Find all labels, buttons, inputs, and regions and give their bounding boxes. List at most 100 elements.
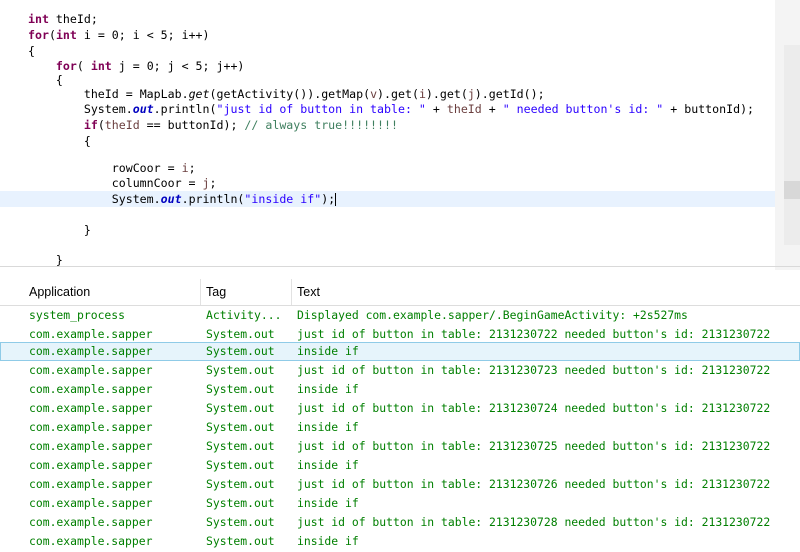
log-row[interactable]: com.example.sapper System.out inside if xyxy=(0,380,800,399)
panel-divider[interactable] xyxy=(0,266,800,267)
keyword: for xyxy=(55,59,77,73)
log-text: just id of button in table: 2131230728 n… xyxy=(297,515,771,529)
code-text: + xyxy=(481,102,503,116)
keyword: int xyxy=(55,28,77,42)
column-header-text[interactable]: Text xyxy=(291,279,800,305)
code-text: buttonId xyxy=(167,118,224,132)
log-tag: System.out xyxy=(206,420,275,434)
log-row-selected[interactable]: com.example.sapper System.out inside if xyxy=(0,342,800,361)
scrollbar-thumb[interactable] xyxy=(784,45,800,245)
code-text: { xyxy=(55,73,63,87)
log-application: com.example.sapper xyxy=(29,439,153,453)
code-text: ( xyxy=(48,28,56,42)
log-row[interactable]: com.example.sapper System.out just id of b… xyxy=(0,475,800,494)
code-editor[interactable]: int theId; for(int i = 0; i < 5; i++) { … xyxy=(0,0,800,270)
string-literal: "just id of button in table: " xyxy=(216,102,426,116)
code-text: j = 0; j < 5; j++) xyxy=(111,59,245,73)
log-text: Displayed com.example.sapper/.BeginGameA… xyxy=(297,308,688,322)
code-text: (getActivity()).getMap( xyxy=(209,87,371,101)
code-text: rowCoor xyxy=(111,161,161,175)
comment: // always true!!!!!!!! xyxy=(244,118,398,132)
log-application: com.example.sapper xyxy=(29,363,153,377)
local-variable: i xyxy=(181,161,189,175)
column-header-application[interactable]: Application xyxy=(23,279,200,305)
log-row[interactable]: com.example.sapper System.out just id of b… xyxy=(0,361,800,380)
code-line: rowCoor = i; xyxy=(28,160,196,176)
code-text: .println( xyxy=(153,102,217,116)
local-variable: v xyxy=(370,87,378,101)
code-text: + xyxy=(425,102,447,116)
editor-scrollbar[interactable] xyxy=(775,0,800,270)
log-application: com.example.sapper xyxy=(29,496,153,510)
code-line: if(theId == buttonId); // always true!!!… xyxy=(28,117,398,133)
code-line: theId = MapLab.get(getActivity()).getMap… xyxy=(28,86,545,102)
log-text: inside if xyxy=(297,420,359,434)
code-text: + xyxy=(663,102,685,116)
keyword: int xyxy=(28,12,49,26)
static-field: out xyxy=(160,192,182,206)
logcat-header: Application Tag Text xyxy=(0,279,800,306)
log-tag: Activity... xyxy=(206,308,282,322)
code-line: for(int i = 0; i < 5; i++) xyxy=(28,27,210,43)
local-variable: i xyxy=(418,87,426,101)
code-line: System.out.println("just id of button in… xyxy=(28,101,754,117)
local-variable: j xyxy=(202,176,210,190)
log-row[interactable]: com.example.sapper System.out just id of b… xyxy=(0,513,800,532)
code-text: ; xyxy=(209,176,217,190)
code-text: { xyxy=(83,134,91,148)
log-row[interactable]: com.example.sapper System.out just id of b… xyxy=(0,437,800,456)
log-row[interactable]: com.example.sapper System.out just id of b… xyxy=(0,399,800,418)
log-tag: System.out xyxy=(206,344,275,358)
code-text: ); xyxy=(223,118,245,132)
log-row[interactable]: com.example.sapper System.out inside if xyxy=(0,456,800,475)
local-variable: j xyxy=(467,87,475,101)
code-text: System. xyxy=(111,192,161,206)
code-line: { xyxy=(28,133,91,149)
code-text: theId xyxy=(83,87,119,101)
log-tag: System.out xyxy=(206,515,275,529)
log-row[interactable]: com.example.sapper System.out inside if xyxy=(0,418,800,437)
log-tag: System.out xyxy=(206,458,275,472)
keyword: int xyxy=(90,59,112,73)
log-application: com.example.sapper xyxy=(29,515,153,529)
code-text: = xyxy=(181,176,203,190)
code-text: ( xyxy=(76,59,91,73)
string-literal: " needed button's id: " xyxy=(502,102,664,116)
scrollbar-highlight xyxy=(784,181,800,199)
log-row[interactable]: com.example.sapper System.out inside if xyxy=(0,494,800,513)
log-tag: System.out xyxy=(206,363,275,377)
code-text: } xyxy=(83,223,91,237)
log-application: com.example.sapper xyxy=(29,458,153,472)
keyword: if xyxy=(83,118,98,132)
column-header-tag[interactable]: Tag xyxy=(200,279,291,305)
code-text: ).get( xyxy=(425,87,468,101)
log-tag: System.out xyxy=(206,382,275,396)
log-application: com.example.sapper xyxy=(29,477,153,491)
keyword: for xyxy=(28,28,49,42)
log-application: com.example.sapper xyxy=(29,420,153,434)
log-row[interactable]: system_process Activity... Displayed com.e… xyxy=(0,306,800,325)
log-text: just id of button in table: 2131230723 n… xyxy=(297,363,771,377)
log-application: system_process xyxy=(29,308,126,322)
code-line-current[interactable]: System.out.println("inside if"); xyxy=(0,191,775,207)
local-variable: theId xyxy=(446,102,482,116)
static-method: get xyxy=(188,87,210,101)
log-application: com.example.sapper xyxy=(29,382,153,396)
code-text: .println( xyxy=(181,192,245,206)
log-row[interactable]: com.example.sapper System.out inside if xyxy=(0,532,800,551)
log-text: inside if xyxy=(297,344,359,358)
text-caret xyxy=(335,193,337,206)
log-text: just id of button in table: 2131230725 n… xyxy=(297,439,771,453)
code-text: ).getId(); xyxy=(474,87,545,101)
code-text: == xyxy=(139,118,168,132)
log-text: inside if xyxy=(297,382,359,396)
code-text: ); xyxy=(740,102,755,116)
